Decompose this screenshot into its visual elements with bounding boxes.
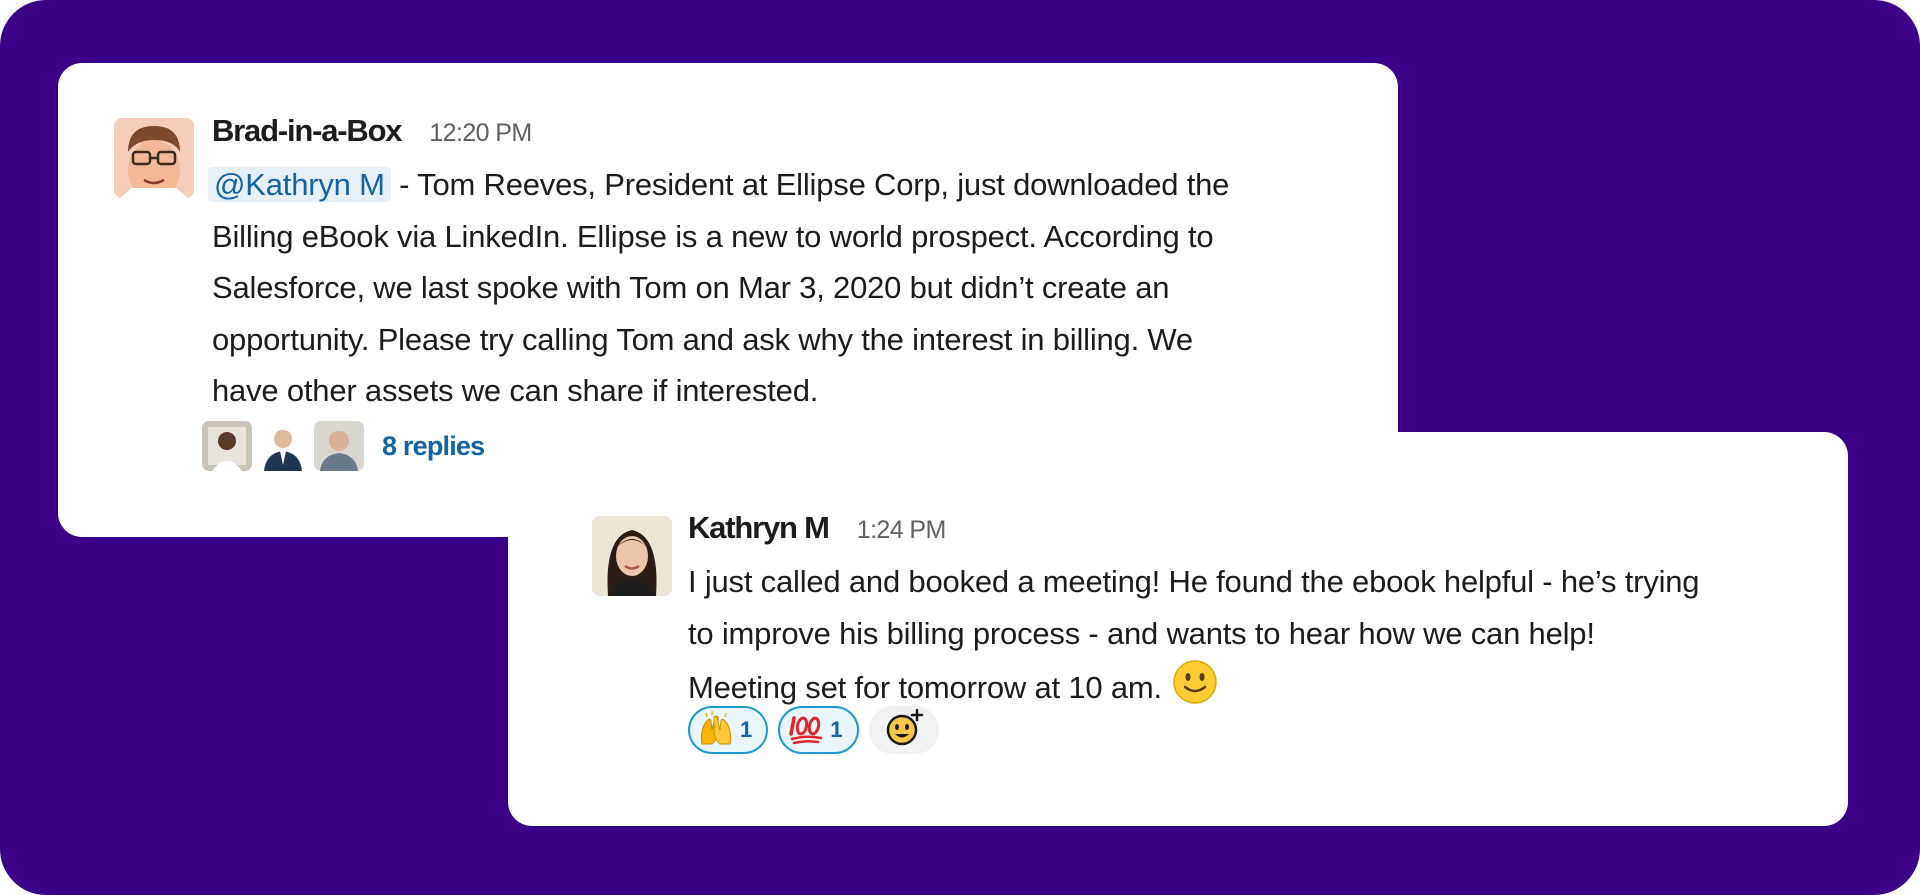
sender-name[interactable]: Brad-in-a-Box — [212, 113, 403, 149]
reaction-count: 1 — [830, 717, 843, 742]
message-text: - Tom Reeves, President at Ellipse Corp,… — [390, 167, 1230, 202]
purple-background: Brad-in-a-Box 12:20 PM @Kathryn M - Tom … — [0, 0, 1920, 895]
brad-avatar[interactable] — [114, 118, 194, 198]
add-reaction-button[interactable] — [868, 706, 939, 754]
replies-link[interactable]: 8 replies — [382, 431, 485, 462]
message-card-kathryn: Kathryn M 1:24 PM I just called and book… — [508, 432, 1848, 826]
message-body: I just called and booked a meeting! He f… — [688, 556, 1808, 721]
message-line: to improve his billing process - and wan… — [688, 615, 1595, 651]
kathryn-avatar[interactable] — [592, 516, 672, 596]
hundred-points-icon — [788, 710, 824, 751]
reply-avatar[interactable] — [314, 421, 364, 471]
sender-name[interactable]: Kathryn M — [688, 510, 830, 546]
reaction-raised-hands[interactable]: 1 — [688, 706, 769, 754]
message-body: @Kathryn M - Tom Reeves, President at El… — [208, 159, 1352, 417]
message-header: Brad-in-a-Box 12:20 PM — [212, 113, 1352, 159]
message-text: Meeting set for tomorrow at 10 am. — [688, 669, 1162, 705]
message-brad: Brad-in-a-Box 12:20 PM @Kathryn M - Tom … — [208, 113, 1352, 417]
message-line: @Kathryn M - Tom Reeves, President at El… — [208, 159, 1352, 211]
reply-avatar[interactable] — [258, 421, 308, 471]
message-line: opportunity. Please try calling Tom and … — [212, 321, 1193, 357]
message-header: Kathryn M 1:24 PM — [688, 510, 1808, 556]
message-kathryn: Kathryn M 1:24 PM I just called and book… — [688, 510, 1808, 721]
add-reaction-icon — [884, 708, 924, 753]
reactions-bar: 1 1 — [688, 706, 939, 754]
thread-replies[interactable]: 8 replies — [202, 421, 485, 471]
message-line: Salesforce, we last spoke with Tom on Ma… — [212, 270, 1170, 305]
timestamp[interactable]: 12:20 PM — [429, 119, 532, 148]
reply-avatar[interactable] — [202, 421, 252, 471]
slightly-smiling-face-icon — [1172, 659, 1218, 721]
message-line: I just called and booked a meeting! He f… — [688, 564, 1700, 599]
message-line: have other assets we can share if intere… — [212, 373, 819, 408]
raised-hands-icon — [698, 710, 734, 751]
message-line: Billing eBook via LinkedIn. Ellipse is a… — [212, 218, 1214, 254]
reaction-count: 1 — [740, 717, 753, 742]
user-mention[interactable]: @Kathryn M — [208, 167, 391, 202]
timestamp[interactable]: 1:24 PM — [857, 516, 947, 545]
reaction-hundred-points[interactable]: 1 — [778, 706, 859, 754]
